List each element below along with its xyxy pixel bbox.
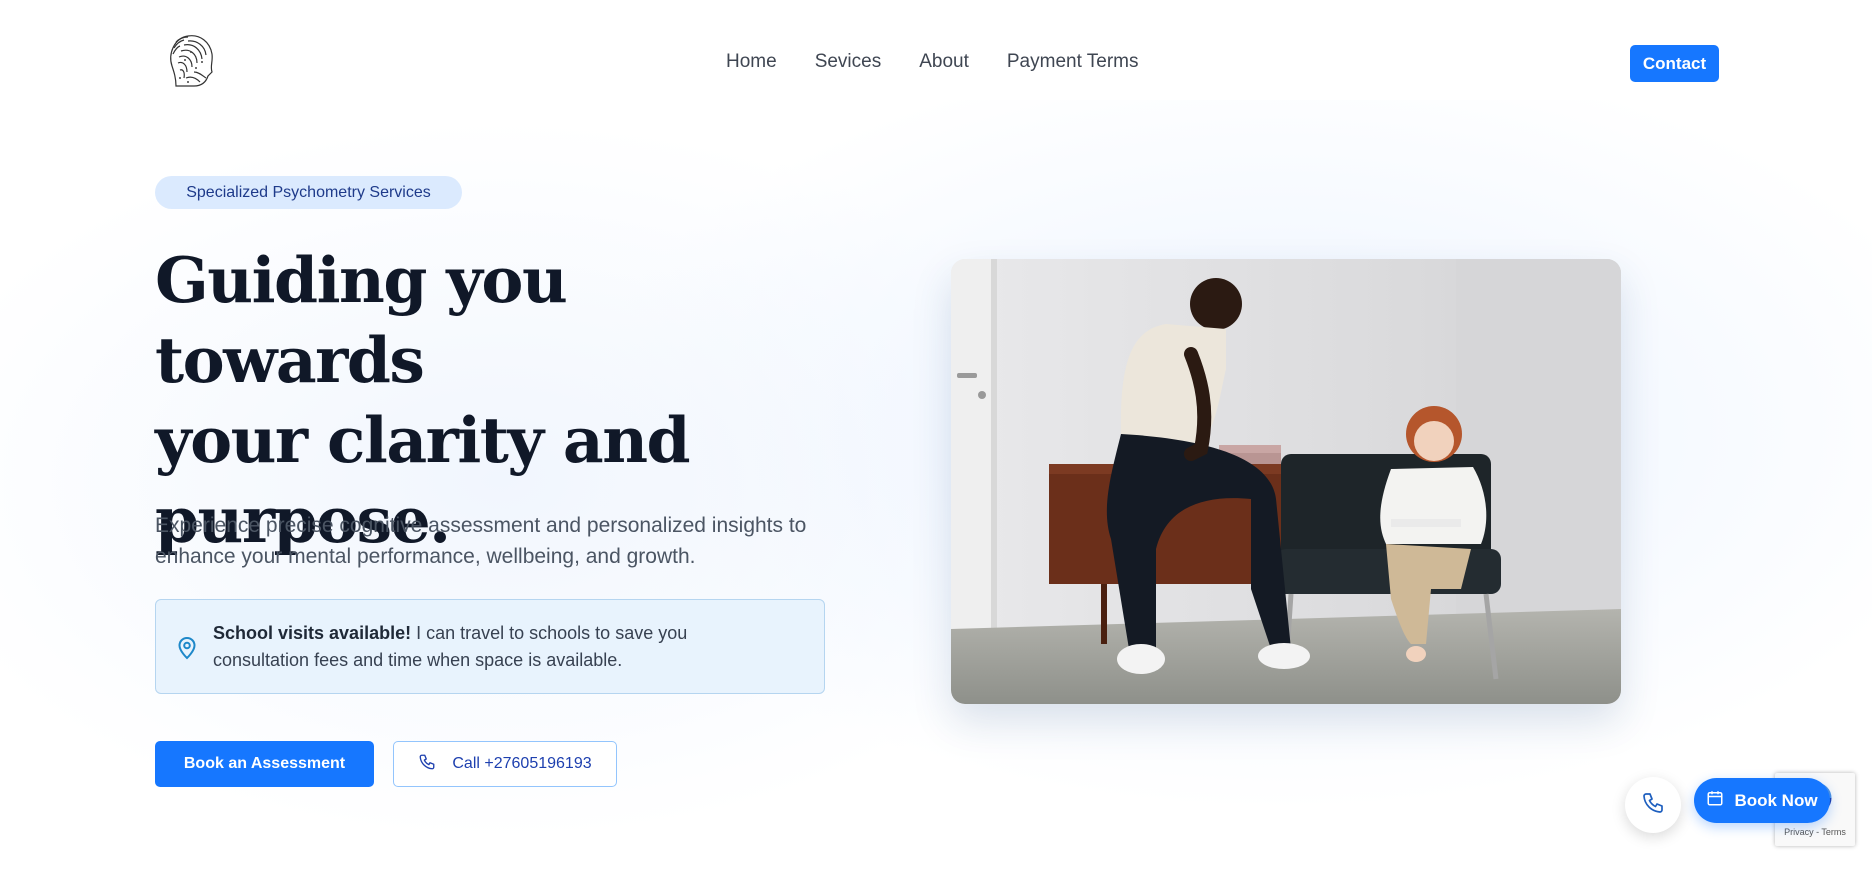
contact-button[interactable]: Contact (1630, 45, 1719, 82)
book-now-button[interactable]: Book Now (1694, 778, 1830, 823)
hero-photo (951, 259, 1621, 704)
call-button[interactable]: Call +27605196193 (393, 741, 617, 787)
main-nav: Home Sevices About Payment Terms (726, 51, 1139, 73)
school-visits-notice: School visits available! I can travel to… (155, 599, 825, 694)
nav-home[interactable]: Home (726, 51, 777, 73)
phone-icon (418, 753, 436, 776)
map-pin-icon (176, 636, 198, 660)
headline-line-2: your clarity and (155, 403, 691, 477)
hero-subtext: Experience precise cognitive assessment … (155, 514, 807, 568)
book-assessment-button[interactable]: Book an Assessment (155, 741, 374, 787)
phone-icon (1641, 791, 1665, 820)
logo-icon[interactable] (166, 32, 218, 90)
floating-call-button[interactable] (1625, 777, 1681, 833)
notice-text: School visits available! I can travel to… (213, 620, 773, 674)
calendar-icon (1706, 789, 1724, 812)
headline-line-1: Guiding you towards (155, 243, 568, 397)
book-now-label: Book Now (1734, 790, 1818, 810)
nav-payment-terms[interactable]: Payment Terms (1007, 51, 1139, 73)
notice-bold: School visits available! (213, 623, 412, 643)
nav-services[interactable]: Sevices (815, 51, 882, 73)
nav-about[interactable]: About (919, 51, 969, 73)
recaptcha-text[interactable]: Privacy - Terms (1775, 827, 1855, 837)
service-badge: Specialized Psychometry Services (155, 176, 462, 209)
call-button-label: Call +27605196193 (452, 755, 592, 772)
